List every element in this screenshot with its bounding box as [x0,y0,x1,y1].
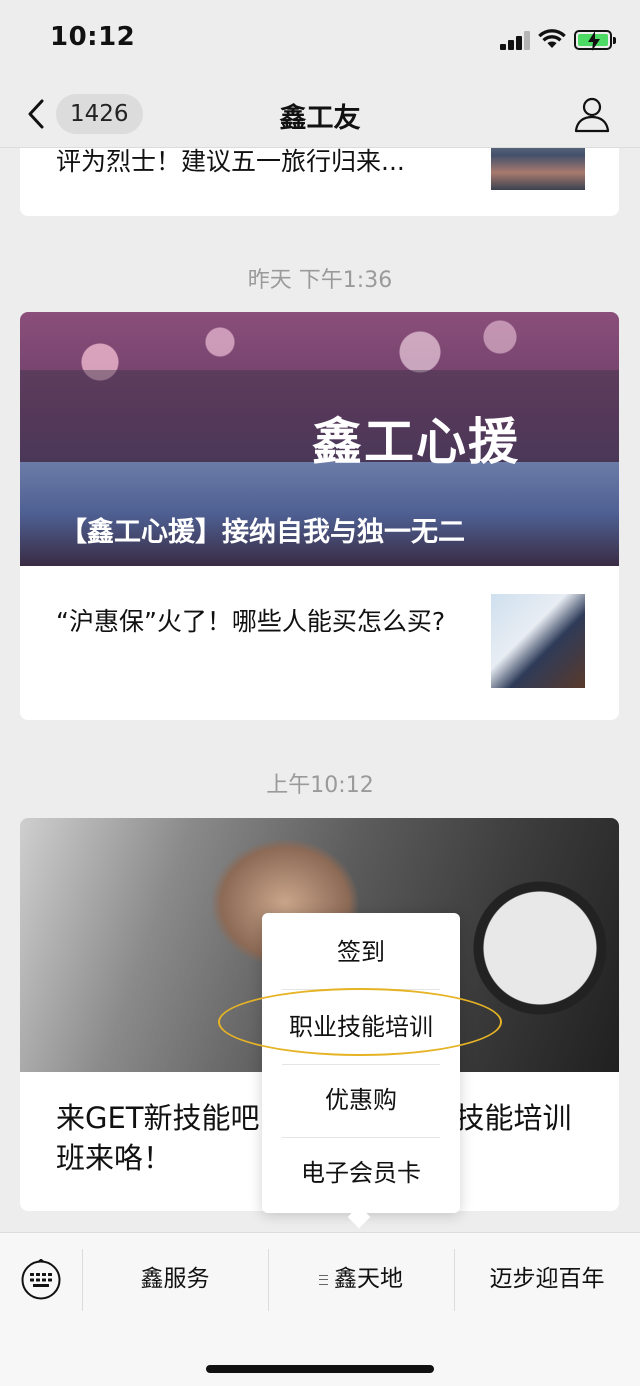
menu-tab-xin-tiandi[interactable]: 鑫天地 [268,1233,454,1325]
status-time: 10:12 [50,22,136,52]
article-title-part: 来GET新技能吧 [56,1101,260,1135]
wifi-icon [538,29,566,48]
submenu-lines-icon [319,1274,328,1285]
keyboard-icon[interactable] [20,1259,62,1301]
message-timestamp: 上午10:12 [266,773,374,798]
article-card[interactable]: 鑫工心援 【鑫工心援】接纳自我与独一无二 “沪惠保”火了！哪些人能买怎么买? [20,312,619,720]
menu-tab-label: 鑫天地 [334,1266,403,1292]
message-timestamp: 昨天 下午1:36 [247,268,393,293]
cover-text: 鑫工心援 [312,413,520,471]
menu-tab-centennial[interactable]: 迈步迎百年 [454,1233,640,1325]
bottom-menu-bar: 鑫服务 鑫天地 迈步迎百年 [0,1232,640,1386]
submenu-popup: 签到 职业技能培训 优惠购 电子会员卡 [262,913,460,1229]
status-bar: 10:12 [0,0,640,80]
article-title-part: 技能培训 [455,1101,572,1135]
article-title[interactable]: “沪惠保”火了！哪些人能买怎么买? [56,602,466,642]
menu-item-member-card[interactable]: 电子会员卡 [282,1136,440,1210]
page-title: 鑫工友 [279,103,361,134]
cover-caption: 【鑫工心援】接纳自我与独一无二 [60,517,465,548]
cover-image[interactable]: 鑫工心援 【鑫工心援】接纳自我与独一无二 [20,312,619,566]
home-indicator[interactable] [206,1365,434,1373]
menu-tab-xin-service[interactable]: 鑫服务 [82,1233,268,1325]
nav-bar: 1426 鑫工友 [0,80,640,148]
article-title-part: 班来咯！ [56,1141,173,1175]
battery-charging-icon [574,30,616,51]
menu-item-vocational-training[interactable]: 职业技能培训 [282,990,440,1064]
cellular-signal-icon [500,30,532,50]
menu-item-checkin[interactable]: 签到 [282,915,440,989]
menu-item-discount-shop[interactable]: 优惠购 [282,1063,440,1137]
article-thumbnail [491,594,585,688]
profile-icon[interactable] [572,94,612,134]
